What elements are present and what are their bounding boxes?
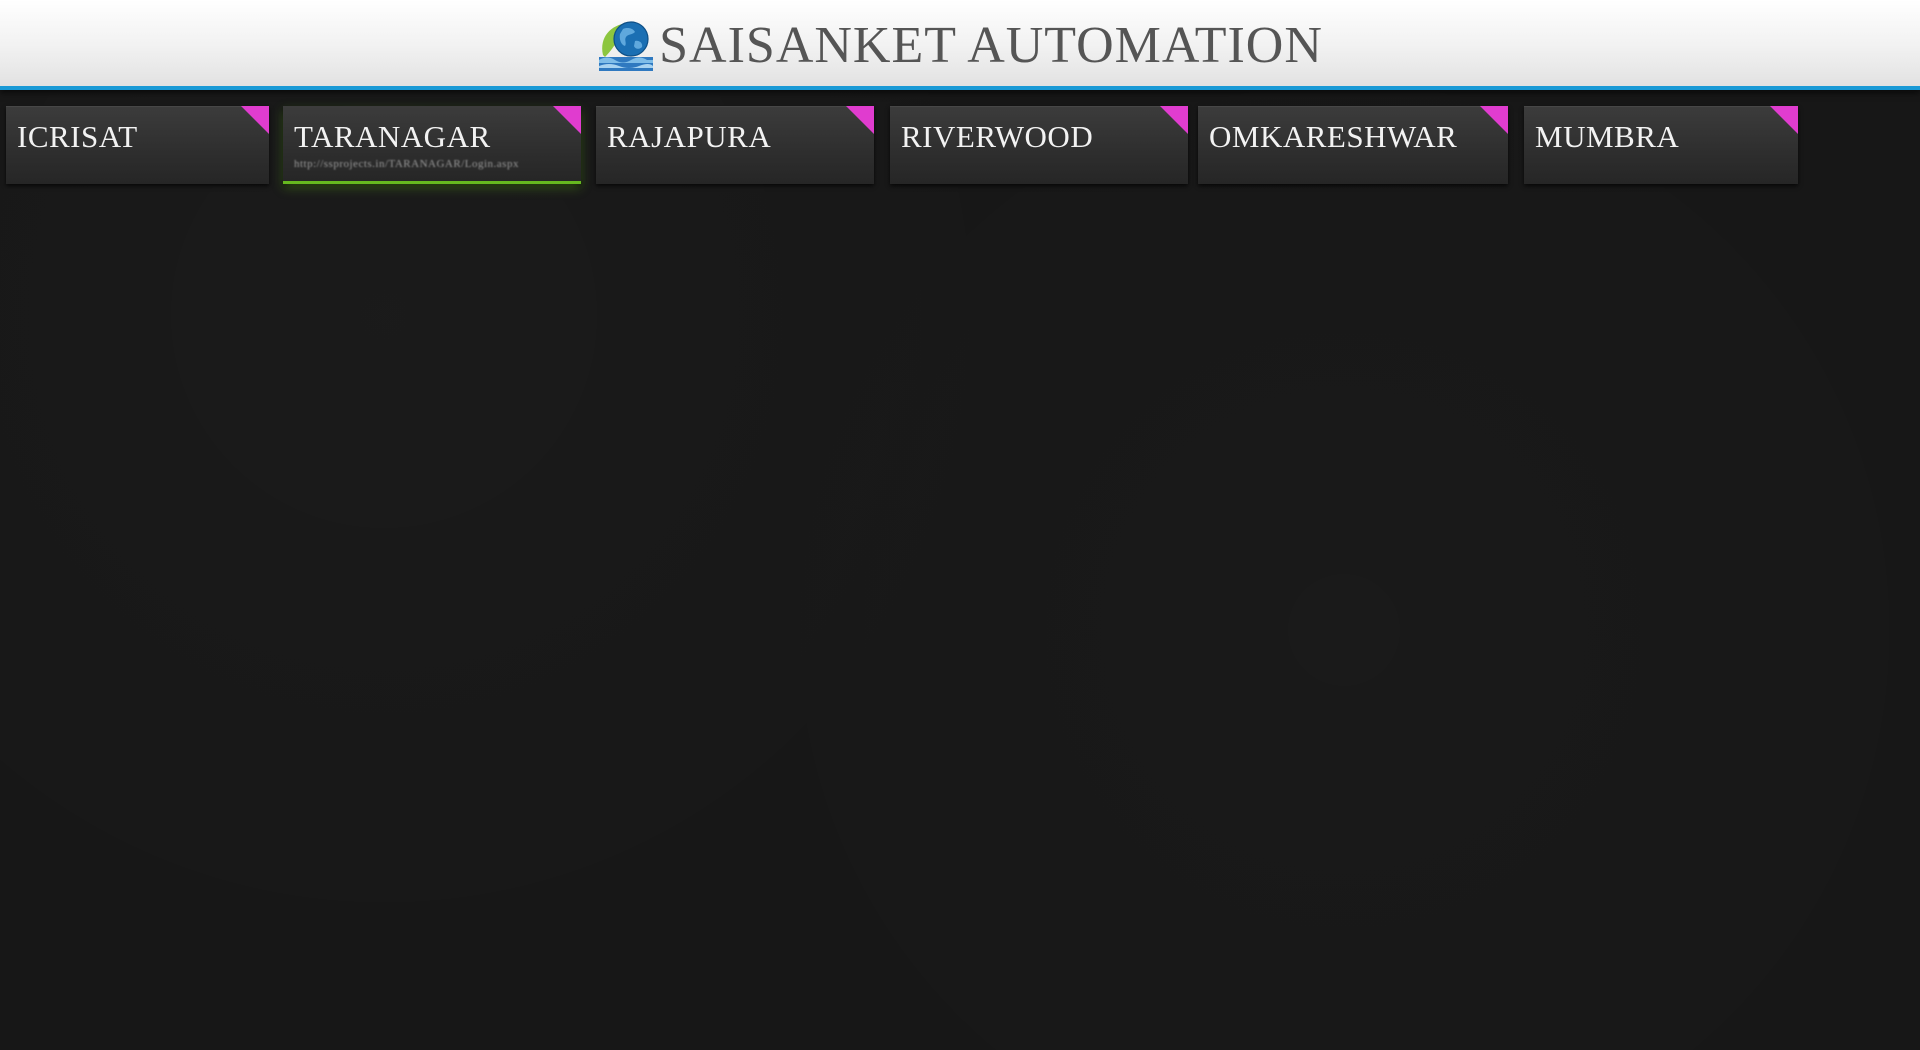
corner-badge-icon: [1480, 106, 1508, 134]
tab-icrisat[interactable]: ICRISAT: [6, 106, 269, 184]
tab-label: TARANAGAR: [294, 119, 491, 154]
brand[interactable]: SAISANKET AUTOMATION: [597, 8, 1323, 78]
corner-badge-icon: [1160, 106, 1188, 134]
tab-riverwood[interactable]: RIVERWOOD: [890, 106, 1188, 184]
brand-title: SAISANKET AUTOMATION: [659, 17, 1323, 74]
page: SAISANKET AUTOMATION ICRISAT TARANAGAR h…: [0, 0, 1920, 1050]
tab-taranagar[interactable]: TARANAGAR http://ssprojects.in/TARANAGAR…: [283, 106, 581, 184]
globe-leaf-logo-icon: [599, 21, 654, 71]
corner-badge-icon: [553, 106, 581, 134]
corner-badge-icon: [241, 106, 269, 134]
app-header: SAISANKET AUTOMATION: [0, 0, 1920, 90]
tab-label: OMKARESHWAR: [1209, 119, 1458, 154]
tab-rajapura[interactable]: RAJAPURA: [596, 106, 874, 184]
tab-label: MUMBRA: [1535, 119, 1680, 154]
tab-label: RAJAPURA: [607, 119, 772, 154]
corner-badge-icon: [1770, 106, 1798, 134]
corner-badge-icon: [846, 106, 874, 134]
tab-mumbra[interactable]: MUMBRA: [1524, 106, 1798, 184]
tab-label: ICRISAT: [17, 119, 138, 154]
tab-omkareshwar[interactable]: OMKARESHWAR: [1198, 106, 1508, 184]
tab-label: RIVERWOOD: [901, 119, 1094, 154]
tab-url: http://ssprojects.in/TARANAGAR/Login.asp…: [294, 158, 519, 170]
